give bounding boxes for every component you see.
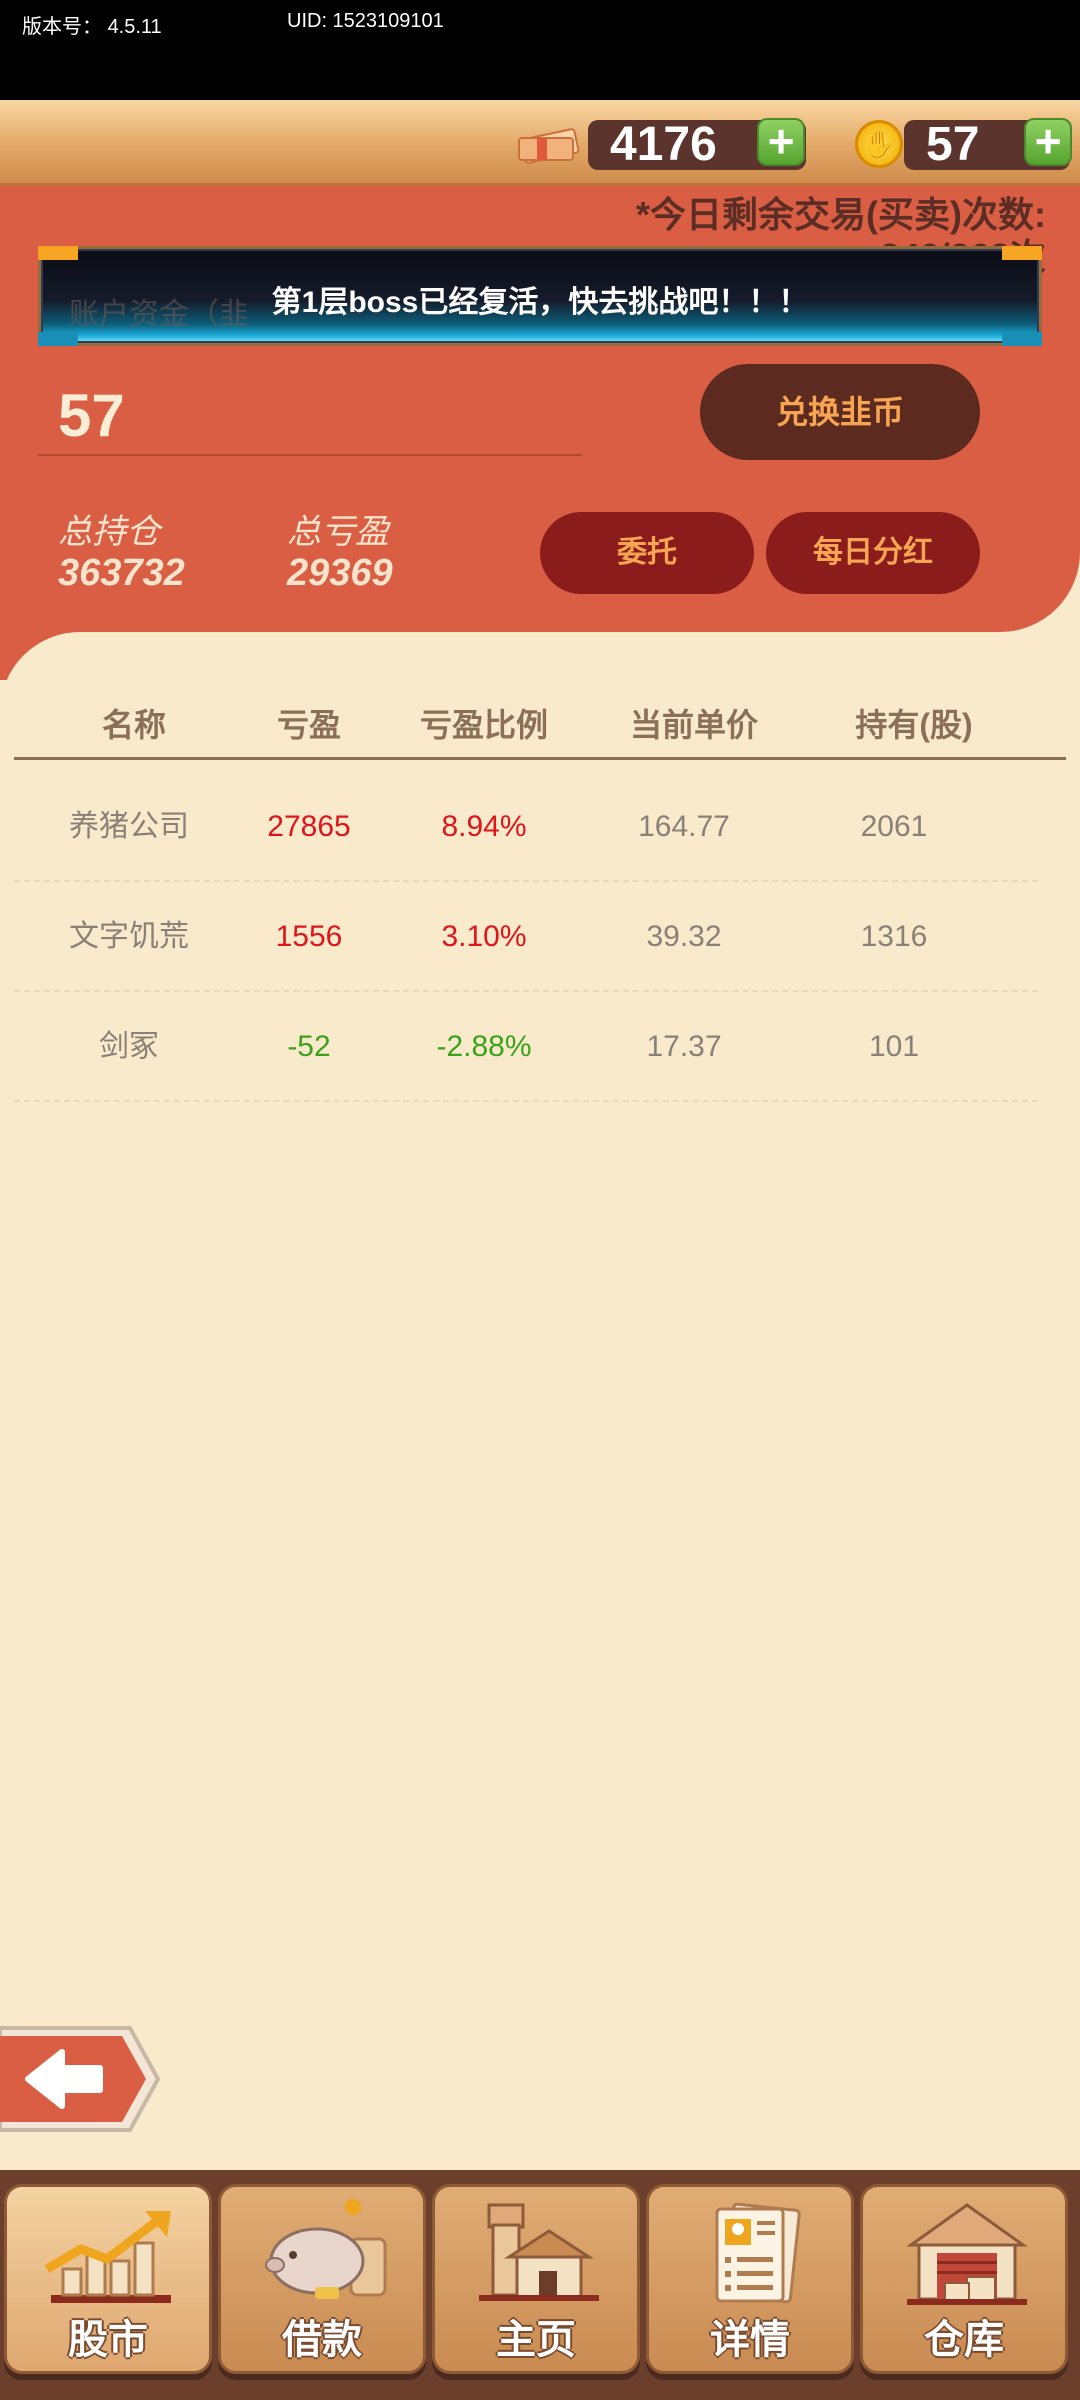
cash-bundle-icon [518, 128, 580, 164]
add-cash-button[interactable]: + [757, 118, 805, 166]
stock-pnl: 1556 [275, 920, 343, 953]
stock-price: 17.37 [646, 1030, 722, 1063]
holdings-table-header: 名称 亏盈 亏盈比例 当前单价 持有(股) [14, 700, 1066, 760]
total-pnl-label: 总亏盈 [287, 513, 389, 551]
table-row[interactable]: 剑冢 -52 -2.88% 17.37 101 [14, 992, 1038, 1102]
nav-loan[interactable]: 借款 [218, 2184, 426, 2374]
stock-price: 39.32 [646, 920, 722, 953]
nav-label: 详情 [710, 2318, 790, 2362]
stock-price: 164.77 [638, 810, 730, 843]
document-icon [715, 2202, 801, 2304]
stock-pnl-ratio: 3.10% [441, 920, 527, 953]
total-position-value: 363732 [58, 552, 185, 594]
boss-notice-banner[interactable]: 账户资金（韭 第1层boss已经复活，快去挑战吧！！！ [38, 246, 1042, 346]
add-coin-button[interactable]: + [1024, 118, 1072, 166]
balance-underline [38, 454, 582, 456]
stock-name: 文字饥荒 [69, 920, 189, 953]
column-header-pnl: 亏盈 [276, 707, 341, 743]
nav-details[interactable]: 详情 [646, 2184, 854, 2374]
gold-coin-icon: ✋ [855, 120, 903, 168]
table-row[interactable]: 文字饥荒 1556 3.10% 39.32 1316 [14, 882, 1038, 992]
column-header-price: 当前单价 [629, 707, 758, 743]
column-header-name: 名称 [101, 707, 166, 743]
table-row[interactable]: 养猪公司 27865 8.94% 164.77 2061 [14, 772, 1038, 882]
nav-label: 股市 [68, 2318, 148, 2362]
exchange-currency-button[interactable]: 兑换韭币 [700, 364, 980, 460]
uid-text: UID: 1523109101 [287, 10, 444, 32]
stock-holding: 101 [868, 1030, 920, 1063]
nav-warehouse[interactable]: 仓库 [860, 2184, 1068, 2374]
status-strip: 版本号： 4.5.11 UID: 1523109101 [0, 0, 1080, 100]
piggy-bank-icon [265, 2199, 387, 2299]
nav-label: 仓库 [924, 2318, 1004, 2362]
stock-pnl-ratio: -2.88% [436, 1030, 532, 1063]
currency-header: 4176 + ✋ 57 + [0, 100, 1080, 186]
home-icon [479, 2203, 599, 2301]
version-text: 版本号： 4.5.11 [22, 16, 162, 38]
daily-dividend-button[interactable]: 每日分红 [766, 512, 980, 594]
account-balance: 57 [58, 382, 125, 449]
nav-label: 借款 [282, 2318, 362, 2362]
column-header-ratio: 亏盈比例 [419, 707, 548, 743]
banner-message: 第1层boss已经复活，快去挑战吧！！！ [271, 286, 809, 319]
stock-name: 剑冢 [99, 1030, 159, 1063]
total-pnl-value: 29369 [287, 552, 393, 594]
stock-chart-icon [44, 2211, 171, 2303]
nav-home[interactable]: 主页 [432, 2184, 640, 2374]
nav-label: 主页 [496, 2318, 576, 2362]
total-position-label: 总持仓 [58, 513, 160, 551]
entrust-button[interactable]: 委托 [540, 512, 754, 594]
stock-pnl-ratio: 8.94% [441, 810, 527, 843]
warehouse-icon [906, 2203, 1028, 2305]
stock-pnl: -52 [287, 1030, 331, 1063]
stock-holding: 1316 [860, 920, 928, 953]
stock-holding: 2061 [860, 810, 928, 843]
back-arrow-button[interactable] [0, 2024, 160, 2134]
bottom-navigation: 股市 借款 主页 详情 仓库 [0, 2170, 1080, 2400]
nav-stock-market[interactable]: 股市 [4, 2184, 212, 2374]
stock-name: 养猪公司 [69, 810, 189, 843]
account-panel: *今日剩余交易(买卖)次数: 240/268次 账户资金（韭 第1层boss已经… [0, 186, 1080, 632]
stock-pnl: 27865 [267, 810, 351, 843]
column-header-holding: 持有(股) [855, 707, 973, 743]
